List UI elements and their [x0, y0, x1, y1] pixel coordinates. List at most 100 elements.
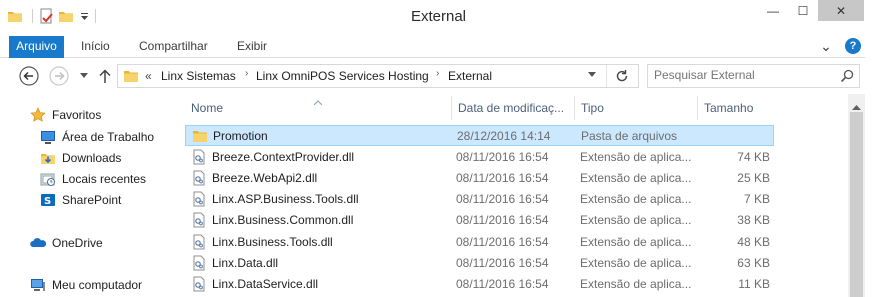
address-dropdown-icon[interactable]	[588, 72, 596, 78]
nav-item-area-de-trabalho[interactable]: Área de Trabalho	[40, 127, 154, 147]
breadcrumb-separator[interactable]: ›	[436, 68, 439, 79]
window-title: External	[410, 8, 467, 25]
scroll-up-icon[interactable]	[852, 99, 861, 113]
column-header-size[interactable]: Tamanho	[698, 94, 774, 122]
file-date: 28/12/2016 14:14	[457, 129, 551, 143]
dll-icon	[191, 191, 207, 207]
file-size: 25 KB	[737, 171, 770, 185]
vertical-scrollbar[interactable]	[848, 94, 865, 297]
tab-arquivo[interactable]: Arquivo	[9, 36, 64, 58]
table-row[interactable]: Linx.Business.Common.dll 08/11/2016 16:5…	[185, 210, 774, 231]
table-row[interactable]: Breeze.ContextProvider.dll 08/11/2016 16…	[185, 147, 774, 168]
recent-places-icon	[40, 171, 56, 187]
ribbon-expand-icon[interactable]: ⌄	[818, 36, 834, 58]
tab-compartilhar[interactable]: Compartilhar	[129, 36, 218, 58]
up-arrow-icon[interactable]	[96, 66, 114, 86]
file-type: Extensão de aplica...	[580, 171, 692, 185]
search-icon[interactable]	[840, 69, 854, 83]
folder-icon	[192, 128, 208, 144]
nav-item-locais-recentes[interactable]: Locais recentes	[40, 169, 146, 189]
search-box[interactable]	[647, 64, 860, 88]
ribbon-tabs: Arquivo Início Compartilhar Exibir ⌄ ?	[0, 34, 877, 58]
nav-item-onedrive[interactable]: OneDrive	[30, 233, 103, 253]
file-name: Linx.ASP.Business.Tools.dll	[212, 192, 359, 206]
svg-text:S: S	[44, 196, 51, 207]
file-name: Breeze.ContextProvider.dll	[212, 150, 355, 164]
file-name: Linx.Data.dll	[212, 256, 279, 270]
navigation-pane: Favoritos Área de Trabalho Downloads Loc…	[0, 94, 176, 297]
dll-icon	[191, 149, 207, 165]
breadcrumb-overflow[interactable]: «	[145, 69, 152, 83]
table-row[interactable]: Breeze.WebApi2.dll 08/11/2016 16:54 Exte…	[185, 168, 774, 189]
table-row[interactable]: Linx.ASP.Business.Tools.dll 08/11/2016 1…	[185, 189, 774, 210]
desktop-icon	[40, 129, 56, 145]
tab-exibir[interactable]: Exibir	[227, 36, 277, 58]
tab-inicio[interactable]: Início	[71, 36, 120, 58]
nav-item-label: SharePoint	[62, 193, 122, 207]
forward-button[interactable]	[48, 65, 70, 87]
file-size: 48 KB	[737, 235, 770, 249]
onedrive-icon	[30, 235, 46, 251]
nav-item-label: Área de Trabalho	[62, 130, 155, 144]
minimize-button[interactable]: —	[758, 0, 788, 21]
file-date: 08/11/2016 16:54	[456, 150, 549, 164]
nav-item-label: OneDrive	[52, 236, 103, 250]
maximize-button[interactable]: ☐	[788, 0, 818, 21]
dll-icon	[191, 234, 207, 250]
dll-icon	[191, 212, 207, 228]
refresh-icon[interactable]	[614, 68, 630, 84]
file-list: Nome Data de modificaç... Tipo Tamanho P…	[176, 94, 848, 297]
address-bar[interactable]: « Linx Sistemas › Linx OmniPOS Services …	[117, 64, 639, 88]
back-button[interactable]	[18, 65, 40, 87]
file-name: Promotion	[213, 129, 268, 143]
column-header-type[interactable]: Tipo	[575, 94, 697, 122]
help-icon[interactable]: ?	[845, 38, 861, 54]
nav-item-sharepoint[interactable]: S SharePoint	[40, 190, 121, 210]
nav-item-label: Meu computador	[52, 278, 143, 292]
breadcrumb-omnipos-hosting[interactable]: Linx OmniPOS Services Hosting	[256, 69, 429, 83]
table-row[interactable]: Linx.Business.Tools.dll 08/11/2016 16:54…	[185, 232, 774, 253]
computer-icon	[30, 277, 46, 293]
downloads-icon	[40, 150, 56, 166]
file-size: 7 KB	[743, 192, 770, 206]
dll-icon	[191, 255, 207, 271]
nav-item-label: Downloads	[62, 151, 122, 165]
file-size: 74 KB	[737, 150, 770, 164]
file-date: 08/11/2016 16:54	[456, 171, 549, 185]
table-row[interactable]: Promotion 28/12/2016 14:14 Pasta de arqu…	[185, 125, 774, 146]
dll-icon	[191, 170, 207, 186]
file-date: 08/11/2016 16:54	[456, 277, 549, 291]
file-name: Linx.Business.Tools.dll	[212, 235, 333, 249]
nav-item-label: Favoritos	[52, 108, 102, 122]
file-size: 38 KB	[737, 213, 770, 227]
nav-item-meu-computador[interactable]: Meu computador	[30, 275, 142, 295]
search-input[interactable]	[654, 68, 834, 82]
table-row[interactable]: Linx.Data.dll 08/11/2016 16:54 Extensão …	[185, 253, 774, 274]
close-button[interactable]: ✕	[818, 0, 864, 21]
file-type: Extensão de aplica...	[580, 213, 692, 227]
breadcrumb-linx-sistemas[interactable]: Linx Sistemas	[161, 69, 236, 83]
nav-item-favoritos[interactable]: Favoritos	[30, 105, 101, 125]
file-date: 08/11/2016 16:54	[456, 192, 549, 206]
file-type: Extensão de aplica...	[580, 235, 692, 249]
title-bar: External — ☐ ✕	[0, 0, 877, 33]
file-name: Linx.DataService.dll	[212, 277, 319, 291]
file-date: 08/11/2016 16:54	[456, 213, 549, 227]
scroll-thumb[interactable]	[850, 112, 863, 297]
dll-icon	[191, 276, 207, 292]
file-type: Extensão de aplica...	[580, 277, 692, 291]
file-size: 11 KB	[738, 277, 770, 291]
breadcrumb-external[interactable]: External	[448, 69, 492, 83]
column-header-date[interactable]: Data de modificaç...	[452, 94, 574, 122]
column-header-name[interactable]: Nome	[185, 94, 451, 122]
sharepoint-icon: S	[40, 192, 56, 208]
nav-item-downloads[interactable]: Downloads	[40, 148, 121, 168]
file-name: Linx.Business.Common.dll	[212, 213, 354, 227]
table-row[interactable]: Linx.DataService.dll 08/11/2016 16:54 Ex…	[185, 274, 774, 295]
recent-locations-icon[interactable]	[78, 69, 90, 83]
file-size: 63 KB	[737, 256, 770, 270]
breadcrumb-separator[interactable]: ›	[245, 68, 248, 79]
file-type: Pasta de arquivos	[581, 129, 678, 143]
file-name: Breeze.WebApi2.dll	[212, 171, 318, 185]
file-type: Extensão de aplica...	[580, 192, 692, 206]
